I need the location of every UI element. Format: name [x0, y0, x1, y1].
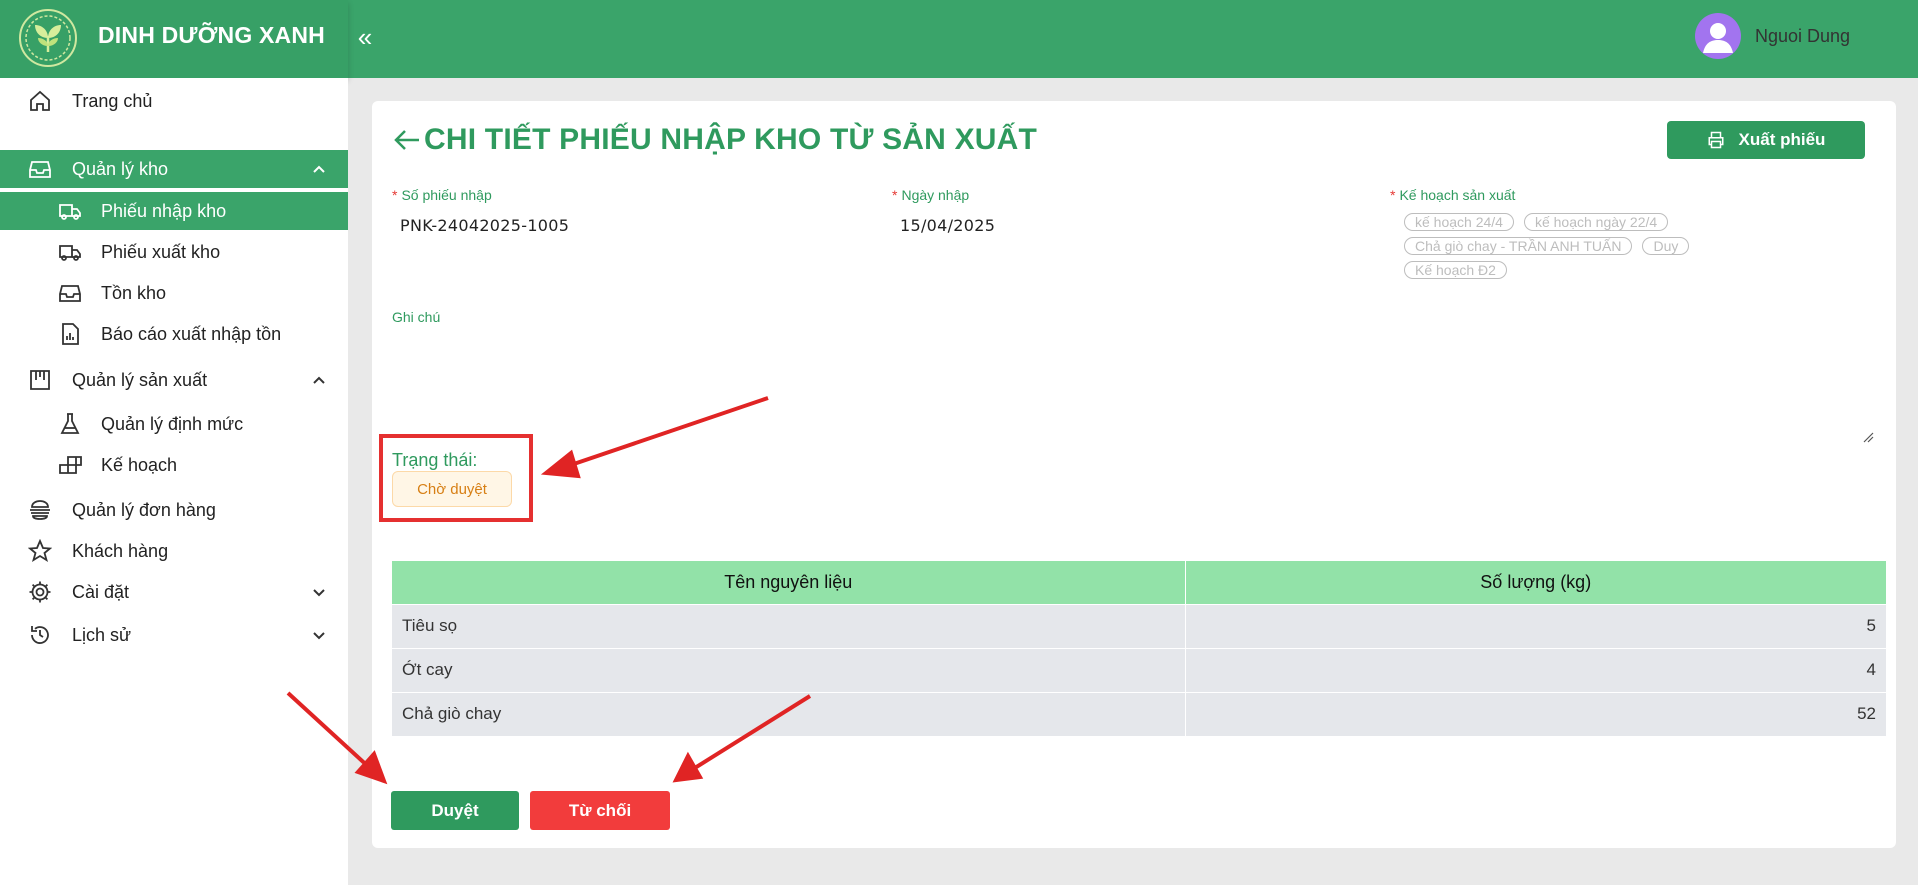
sidebar-item-settings[interactable]: Cài đặt [0, 573, 348, 611]
sidebar-item-history[interactable]: Lịch sử [0, 616, 348, 654]
sidebar-item-home[interactable]: Trang chủ [0, 82, 348, 120]
truck-icon [59, 245, 81, 261]
plan-tag: Duy [1642, 237, 1690, 255]
star-icon [28, 539, 52, 562]
sidebar-item-export-receipt[interactable]: Phiếu xuất kho [0, 233, 348, 271]
plan-tag: kế hoạch 24/4 [1404, 213, 1514, 231]
export-receipt-button[interactable]: Xuất phiếu [1667, 121, 1865, 159]
top-header: DINH DƯỠNG XANH « Nguoi Dung [0, 0, 1918, 78]
title-row: CHI TIẾT PHIẾU NHẬP KHO TỪ SẢN XUẤT [392, 123, 1037, 157]
sidebar-item-label: Tồn kho [101, 283, 167, 303]
user-icon [1703, 23, 1733, 53]
report-icon [62, 323, 79, 345]
factory-icon [30, 370, 50, 390]
sidebar-item-label: Khách hàng [72, 541, 169, 561]
avatar [1695, 13, 1741, 59]
brand-name: DINH DƯỠNG XANH [98, 22, 325, 48]
chevron-up-icon [313, 376, 325, 384]
materials-table: Tên nguyên liệu Số lượng (kg) Tiêu sọ 5 … [392, 561, 1886, 736]
sidebar-item-plan[interactable]: Kế hoạch [0, 446, 348, 484]
sidebar-item-production[interactable]: Quản lý sản xuất [0, 361, 348, 399]
sidebar-item-label: Quản lý định mức [101, 414, 244, 434]
receipt-number-value: PNK-24042025-1005 [400, 216, 570, 235]
quantity-cell: 52 [1185, 691, 1886, 736]
quantity-cell: 5 [1185, 603, 1886, 648]
page-title: CHI TIẾT PHIẾU NHẬP KHO TỪ SẢN XUẤT [424, 123, 1038, 156]
plan-tag: kế hoạch ngày 22/4 [1523, 213, 1669, 231]
import-date-label: * Ngày nhập [892, 187, 970, 203]
sidebar-item-label: Kế hoạch [101, 455, 178, 475]
resize-handle-icon[interactable] [1862, 431, 1874, 443]
quantity-cell: 4 [1185, 647, 1886, 692]
back-arrow-icon[interactable] [392, 125, 422, 155]
column-header-quantity: Số lượng (kg) [1185, 561, 1886, 604]
sidebar-item-label: Trang chủ [72, 91, 153, 111]
chevron-down-icon [313, 632, 325, 640]
sidebar-item-label: Quản lý đơn hàng [72, 500, 216, 520]
receipt-detail-card: CHI TIẾT PHIẾU NHẬP KHO TỪ SẢN XUẤT Xuất… [372, 101, 1896, 848]
sidebar-item-label: Báo cáo xuất nhập tồn [101, 324, 282, 344]
material-name-cell: Ớt cay [392, 647, 1186, 692]
sidebar: Trang chủ Quản lý kho Phiếu nhập kho Phi… [0, 78, 348, 885]
table-header-row: Tên nguyên liệu Số lượng (kg) [392, 561, 1886, 604]
sidebar-item-norms[interactable]: Quản lý định mức [0, 405, 348, 443]
material-name-cell: Chả giò chay [392, 691, 1186, 736]
receipt-number-label: * Số phiếu nhập [392, 187, 492, 203]
sidebar-item-customers[interactable]: Khách hàng [0, 532, 348, 570]
import-date-value: 15/04/2025 [900, 216, 996, 235]
sidebar-item-report[interactable]: Báo cáo xuất nhập tồn [0, 315, 348, 353]
collapse-sidebar-button[interactable]: « [350, 22, 380, 53]
sidebar-item-orders[interactable]: Quản lý đơn hàng [0, 491, 348, 529]
sidebar-item-label: Quản lý kho [72, 159, 169, 179]
sidebar-item-label: Lịch sử [72, 625, 132, 645]
orders-icon [30, 500, 50, 520]
table-row: Chả giò chay 52 [392, 691, 1886, 736]
export-receipt-label: Xuất phiếu [1738, 130, 1826, 149]
production-plan-label: * Kế hoạch sản xuất [1390, 187, 1516, 203]
inbox-icon [59, 285, 81, 302]
table-row: Ớt cay 4 [392, 647, 1886, 692]
sidebar-item-label: Phiếu nhập kho [101, 201, 227, 221]
plan-tag: Kế hoạch Đ2 [1404, 261, 1507, 279]
gear-icon [29, 581, 51, 603]
sidebar-item-stock[interactable]: Tồn kho [0, 274, 348, 312]
material-name-cell: Tiêu sọ [392, 603, 1186, 648]
status-badge: Chờ duyệt [392, 471, 512, 507]
user-menu[interactable]: Nguoi Dung [1695, 13, 1850, 59]
clock-icon [31, 626, 49, 644]
table-row: Tiêu sọ 5 [392, 603, 1886, 648]
column-header-material: Tên nguyên liệu [392, 561, 1186, 604]
truck-icon [59, 204, 81, 220]
inbox-icon [29, 161, 51, 178]
flask-icon [60, 413, 80, 434]
printer-icon [1708, 131, 1724, 149]
status-label: Trạng thái: [392, 450, 478, 470]
sidebar-item-label: Phiếu xuất kho [101, 242, 221, 262]
brand-area: DINH DƯỠNG XANH [0, 0, 348, 78]
note-textarea[interactable] [392, 279, 1890, 547]
sidebar-item-label: Quản lý sản xuất [72, 370, 208, 390]
sidebar-item-import-receipt[interactable]: Phiếu nhập kho [0, 192, 348, 230]
chevron-up-icon [313, 165, 325, 173]
sidebar-item-label: Cài đặt [72, 582, 130, 602]
plan-tag: Chả giò chay - TRẦN ANH TUẤN [1404, 237, 1633, 255]
blocks-icon [59, 456, 82, 474]
approve-button[interactable]: Duyệt [391, 791, 519, 830]
chevron-down-icon [313, 589, 325, 597]
leaf-logo-icon [19, 9, 77, 67]
user-name: Nguoi Dung [1755, 25, 1851, 46]
production-plan-tags: kế hoạch 24/4 kế hoạch ngày 22/4 Chả giò c… [1404, 213, 1744, 285]
home-icon [30, 90, 50, 111]
reject-button[interactable]: Từ chối [530, 791, 670, 830]
sidebar-item-warehouse[interactable]: Quản lý kho [0, 150, 348, 188]
